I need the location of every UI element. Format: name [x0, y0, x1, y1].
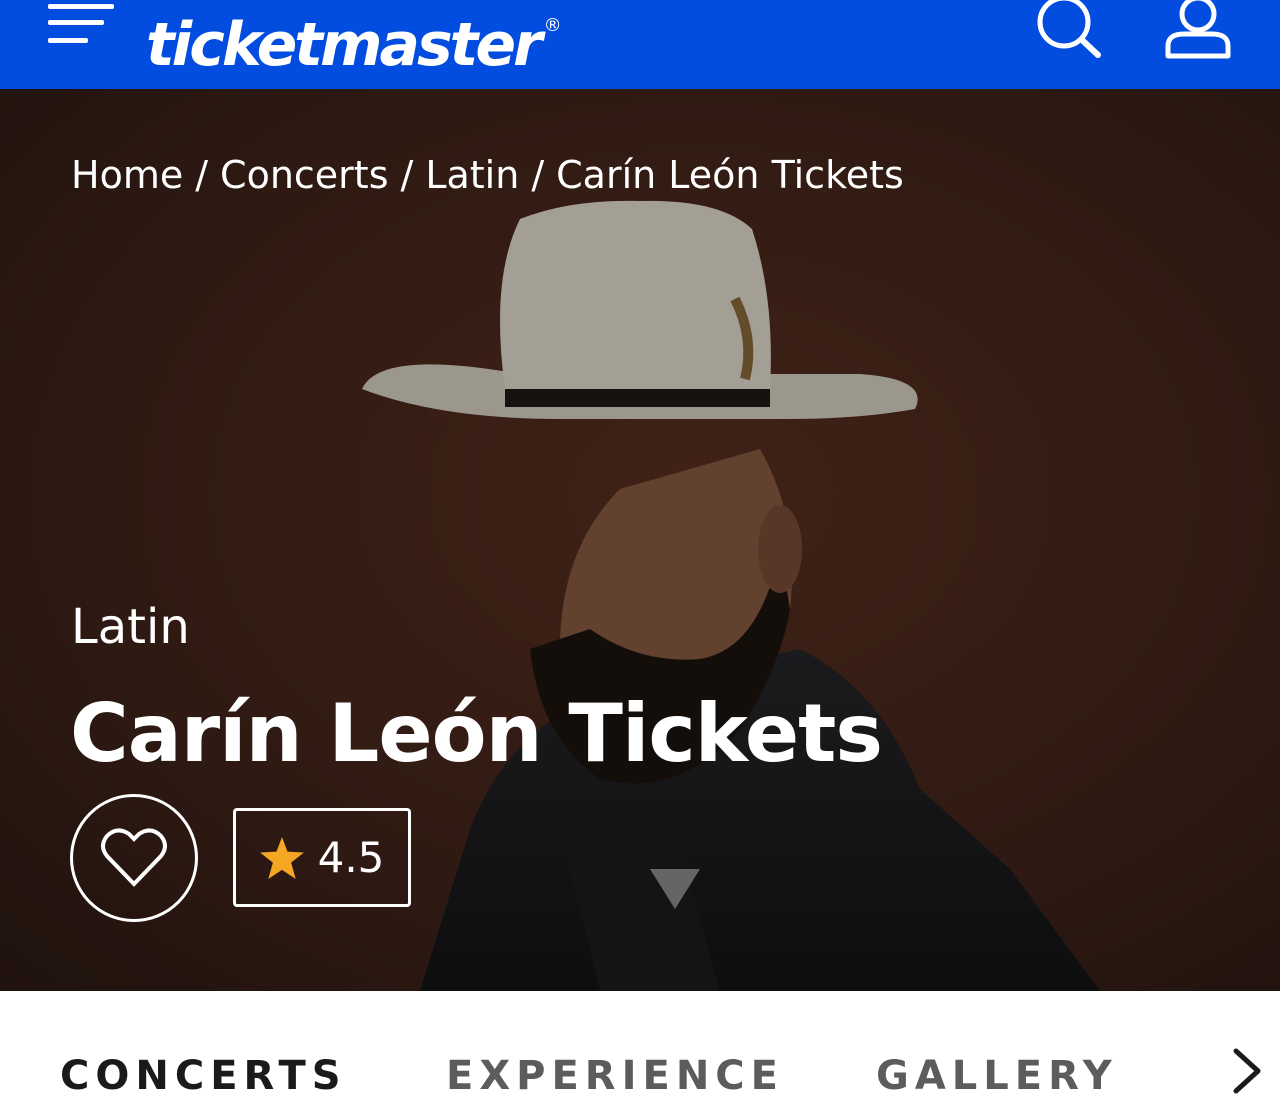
rating-value: 4.5 — [317, 833, 385, 882]
breadcrumb-separator: / — [195, 153, 209, 197]
heart-icon — [101, 828, 167, 887]
favorite-button[interactable] — [70, 794, 198, 922]
account-button[interactable] — [1160, 0, 1240, 64]
menu-button[interactable] — [44, 0, 120, 60]
logo-text: ticketmaster — [146, 10, 543, 80]
breadcrumb-latin[interactable]: Latin — [425, 153, 519, 197]
breadcrumb: Home / Concerts / Latin / Carín León Tickets — [71, 153, 904, 197]
registered-mark: ® — [543, 15, 562, 36]
breadcrumb-current: Carín León Tickets — [556, 153, 904, 197]
menu-icon — [48, 4, 114, 43]
search-icon — [1037, 0, 1101, 58]
top-navigation-bar: ticketmaster ® — [0, 0, 1280, 89]
search-button[interactable] — [1030, 0, 1110, 64]
tab-concerts[interactable]: CONCERTS — [60, 1053, 347, 1095]
breadcrumb-separator: / — [400, 153, 414, 197]
artist-hero: Home / Concerts / Latin / Carín León Tickets L… — [0, 89, 1280, 991]
tabs-next-button[interactable] — [1222, 1047, 1270, 1095]
breadcrumb-separator: / — [531, 153, 545, 197]
breadcrumb-home[interactable]: Home — [71, 153, 183, 197]
rating-badge[interactable]: 4.5 — [233, 808, 411, 907]
tab-experience[interactable]: EXPERIENCE — [446, 1053, 784, 1095]
genre-label: Latin — [71, 599, 190, 655]
user-icon — [1165, 0, 1231, 59]
tab-gallery[interactable]: GALLERY — [876, 1053, 1118, 1095]
ticketmaster-logo[interactable]: ticketmaster ® — [146, 0, 562, 85]
section-tabs: CONCERTS EXPERIENCE GALLERY — [0, 991, 1280, 1095]
page-title: Carín León Tickets — [70, 687, 883, 780]
chevron-right-icon — [1233, 1048, 1261, 1094]
breadcrumb-concerts[interactable]: Concerts — [220, 153, 388, 197]
star-icon — [259, 836, 304, 879]
